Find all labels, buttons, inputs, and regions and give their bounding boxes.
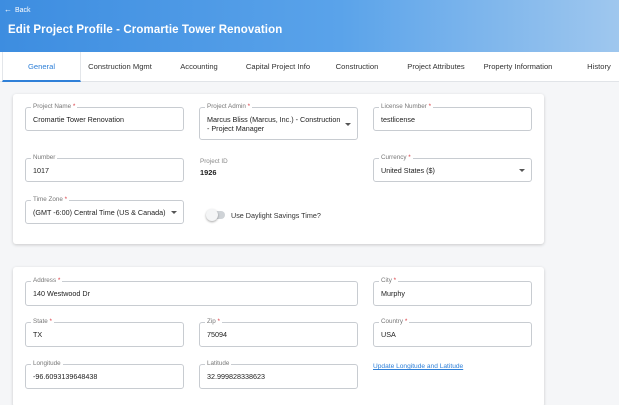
address-field[interactable]: Address * 140 Westwood Dr bbox=[25, 277, 358, 306]
time-zone-select[interactable]: Time Zone * (GMT -6:00) Central Time (US… bbox=[25, 196, 184, 224]
tab-general[interactable]: General bbox=[2, 52, 81, 82]
number-field[interactable]: Number 1017 bbox=[25, 154, 184, 182]
zip-field[interactable]: Zip * 75094 bbox=[199, 318, 358, 347]
page-header: ← Back Edit Project Profile - Cromartie … bbox=[0, 0, 619, 52]
project-name-field[interactable]: Project Name * Cromartie Tower Renovatio… bbox=[25, 103, 184, 131]
tab-accounting[interactable]: Accounting bbox=[168, 52, 230, 82]
tab-history[interactable]: History bbox=[580, 52, 618, 82]
tab-bar: General Construction Mgmt Accounting Cap… bbox=[0, 52, 619, 82]
state-value: TX bbox=[33, 330, 43, 339]
time-zone-value: (GMT -6:00) Central Time (US & Canada) bbox=[33, 207, 166, 217]
chevron-down-icon bbox=[519, 169, 525, 172]
back-label: Back bbox=[15, 6, 31, 14]
chevron-down-icon bbox=[345, 122, 351, 126]
required-marker: * bbox=[49, 318, 52, 325]
longitude-value: -96.6093139648438 bbox=[33, 372, 98, 381]
page-title: Edit Project Profile - Cromartie Tower R… bbox=[8, 24, 283, 36]
longitude-field[interactable]: Longitude -96.6093139648438 bbox=[25, 360, 184, 389]
license-number-value: testlicense bbox=[381, 114, 415, 124]
state-field[interactable]: State * TX bbox=[25, 318, 184, 347]
project-id-value: 1926 bbox=[200, 168, 217, 177]
tab-capital-project-info[interactable]: Capital Project Info bbox=[240, 52, 316, 82]
update-coordinates-link[interactable]: Update Longitude and Latitude bbox=[373, 363, 463, 370]
country-value: USA bbox=[381, 330, 396, 339]
country-field[interactable]: Country * USA bbox=[373, 318, 532, 347]
zip-value: 75094 bbox=[207, 330, 227, 339]
daylight-savings-toggle[interactable] bbox=[206, 209, 225, 221]
license-number-field[interactable]: License Number * testlicense bbox=[373, 103, 532, 131]
tab-construction-mgmt[interactable]: Construction Mgmt bbox=[82, 52, 158, 82]
currency-select[interactable]: Currency * United States ($) bbox=[373, 154, 532, 182]
address-value: 140 Westwood Dr bbox=[33, 289, 90, 298]
toggle-knob bbox=[206, 209, 218, 221]
project-id-label: Project ID bbox=[200, 158, 228, 165]
city-field[interactable]: City * Murphy bbox=[373, 277, 532, 306]
tab-project-attributes[interactable]: Project Attributes bbox=[398, 52, 474, 82]
tab-property-information[interactable]: Property Information bbox=[478, 52, 558, 82]
arrow-left-icon: ← bbox=[4, 5, 12, 14]
currency-value: United States ($) bbox=[381, 165, 435, 175]
project-name-value: Cromartie Tower Renovation bbox=[33, 114, 124, 124]
number-value: 1017 bbox=[33, 165, 49, 175]
project-admin-value: Marcus Bliss (Marcus, Inc.) - Constructi… bbox=[207, 114, 341, 133]
latitude-value: 32.999828338623 bbox=[207, 372, 265, 381]
tab-construction[interactable]: Construction bbox=[328, 52, 386, 82]
chevron-down-icon bbox=[171, 211, 177, 214]
latitude-field[interactable]: Latitude 32.999828338623 bbox=[199, 360, 358, 389]
back-link[interactable]: ← Back bbox=[4, 6, 31, 14]
city-value: Murphy bbox=[381, 289, 405, 298]
daylight-savings-label: Use Daylight Savings Time? bbox=[231, 211, 321, 220]
required-marker: * bbox=[428, 103, 432, 110]
required-marker: * bbox=[404, 318, 408, 325]
project-admin-select[interactable]: Project Admin * Marcus Bliss (Marcus, In… bbox=[199, 103, 358, 140]
